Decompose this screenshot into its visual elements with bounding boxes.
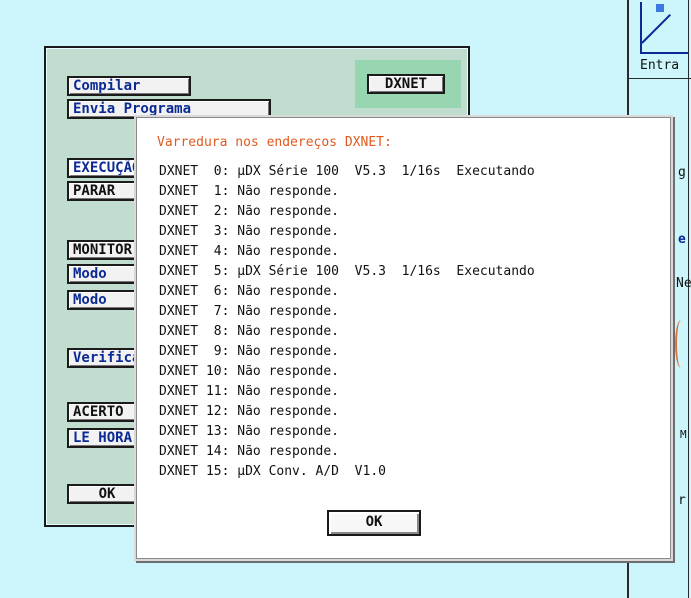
modo-button-2[interactable]: Modo	[67, 290, 147, 310]
modo-button-1[interactable]: Modo	[67, 264, 147, 284]
scan-result-line: DXNET 13: Não responde.	[159, 424, 340, 439]
scan-result-line: DXNET 9: Não responde.	[159, 344, 340, 359]
compilar-button[interactable]: Compilar	[67, 76, 191, 96]
panel-ok-button[interactable]: OK	[67, 484, 147, 504]
scan-result-line: DXNET 11: Não responde.	[159, 384, 340, 399]
le-hora-button[interactable]: LE HORA	[67, 428, 147, 448]
acerto-button[interactable]: ACERTO	[67, 402, 147, 422]
verificar-button[interactable]: Verificar	[67, 348, 147, 368]
scan-result-line: DXNET 0: µDX Série 100 V5.3 1/16s Execut…	[159, 164, 535, 179]
execucao-button[interactable]: EXECUÇÃO	[67, 158, 147, 178]
bg-label-1: g	[678, 165, 686, 180]
bg-label-2: e	[678, 232, 686, 247]
bg-app-diagram-icon	[640, 2, 688, 54]
bg-label-3: Ne	[676, 276, 691, 291]
dxnet-button[interactable]: DXNET	[367, 74, 445, 94]
dialog-title: Varredura nos endereços DXNET:	[157, 135, 392, 150]
dialog-ok-button[interactable]: OK	[327, 510, 421, 536]
bg-label-5: r	[678, 493, 686, 508]
monitor-button[interactable]: MONITOR	[67, 240, 147, 260]
scan-result-line: DXNET 5: µDX Série 100 V5.3 1/16s Execut…	[159, 264, 535, 279]
scan-result-line: DXNET 4: Não responde.	[159, 244, 340, 259]
scan-result-line: DXNET 7: Não responde.	[159, 304, 340, 319]
scan-result-line: DXNET 14: Não responde.	[159, 444, 340, 459]
scan-result-line: DXNET 1: Não responde.	[159, 184, 340, 199]
bg-label-4: M	[680, 428, 687, 441]
scan-result-line: DXNET 2: Não responde.	[159, 204, 340, 219]
scan-result-line: DXNET 12: Não responde.	[159, 404, 340, 419]
bg-app-divider	[627, 78, 691, 79]
bg-label-entrada: Entra	[640, 58, 680, 73]
bg-curve	[675, 320, 687, 368]
parar-button[interactable]: PARAR	[67, 181, 147, 201]
scan-result-line: DXNET 6: Não responde.	[159, 284, 340, 299]
scan-result-line: DXNET 3: Não responde.	[159, 224, 340, 239]
dxnet-scan-dialog: Varredura nos endereços DXNET: DXNET 0: …	[136, 117, 671, 559]
scan-result-line: DXNET 15: µDX Conv. A/D V1.0	[159, 464, 386, 479]
envia-programa-button[interactable]: Envia Programa	[67, 99, 271, 119]
scan-result-line: DXNET 10: Não responde.	[159, 364, 340, 379]
scan-result-line: DXNET 8: Não responde.	[159, 324, 340, 339]
bg-app-border-right	[688, 0, 689, 598]
